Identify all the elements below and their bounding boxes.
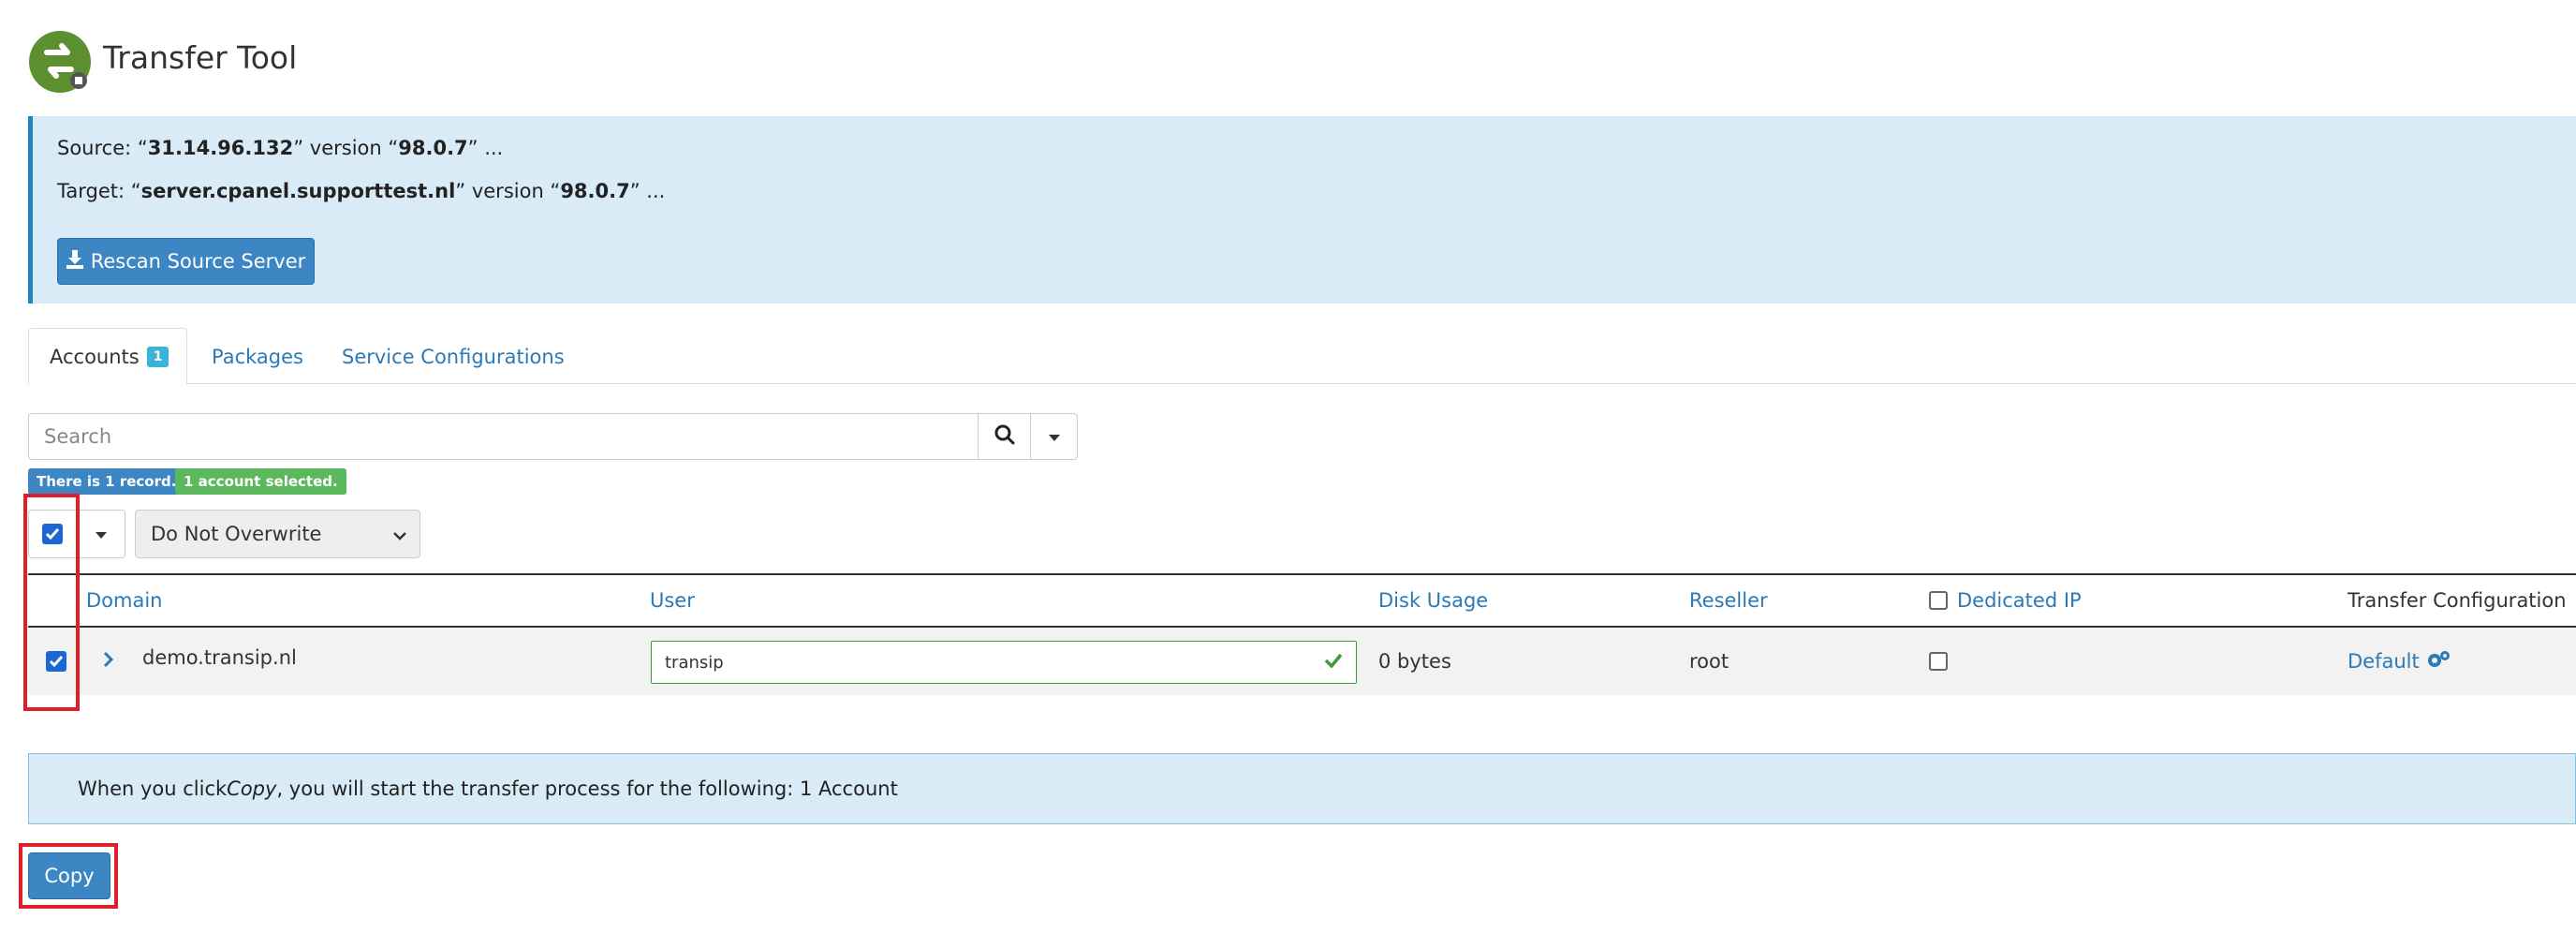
download-icon bbox=[66, 249, 83, 274]
target-host: server.cpanel.supporttest.nl bbox=[140, 180, 456, 202]
transfer-config-link[interactable]: Default bbox=[2348, 628, 2451, 695]
column-header-dedicated-ip[interactable]: Dedicated IP bbox=[1929, 575, 2082, 626]
tab-accounts[interactable]: Accounts 1 bbox=[28, 328, 187, 385]
search-icon bbox=[994, 424, 1015, 449]
annotation-highlight-checkboxes bbox=[23, 494, 80, 711]
selected-count-label: 1 account selected. bbox=[175, 468, 346, 495]
select-options-dropdown[interactable] bbox=[77, 510, 125, 558]
rescan-source-server-button[interactable]: Rescan Source Server bbox=[57, 238, 315, 285]
transfer-notice: When you click ​Copy, you will start the… bbox=[28, 753, 2576, 824]
tab-service-configurations[interactable]: Service Configurations bbox=[342, 328, 565, 385]
domain-cell: demo.transip.nl bbox=[142, 646, 297, 669]
reseller-cell: root bbox=[1689, 650, 1730, 673]
dedicated-ip-checkbox[interactable] bbox=[1929, 628, 1948, 695]
dedicated-ip-all-checkbox[interactable] bbox=[1929, 591, 1948, 610]
column-header-reseller[interactable]: Reseller bbox=[1689, 575, 1768, 626]
source-info: Source: “31.14.96.132” version “98.0.7” … bbox=[57, 137, 504, 159]
record-count-label: There is 1 record. bbox=[28, 468, 185, 495]
accounts-table-header: Domain User Disk Usage Reseller Dedicate… bbox=[28, 573, 2576, 628]
empty-checkbox-icon bbox=[1929, 652, 1948, 671]
column-header-user[interactable]: User bbox=[650, 575, 695, 626]
tab-bar: Accounts 1 Packages Service Configuration… bbox=[28, 328, 2576, 385]
transfer-tool-logo-icon bbox=[28, 28, 96, 96]
source-host: 31.14.96.132 bbox=[147, 137, 294, 159]
column-header-disk-usage[interactable]: Disk Usage bbox=[1378, 575, 1488, 626]
search-options-dropdown[interactable] bbox=[1031, 413, 1078, 460]
chevron-right-icon bbox=[103, 650, 114, 673]
caret-down-icon bbox=[95, 526, 107, 543]
tab-packages[interactable]: Packages bbox=[212, 328, 303, 385]
caret-down-icon bbox=[1048, 428, 1060, 446]
disk-usage-cell: 0 bytes bbox=[1378, 650, 1451, 673]
column-header-transfer-configuration: Transfer Configuration bbox=[2348, 589, 2567, 612]
table-row: demo.transip.nl transip 0 bytes root Def… bbox=[28, 628, 2576, 695]
search-input[interactable]: Search bbox=[28, 413, 979, 460]
overwrite-select[interactable]: Do Not Overwrite bbox=[135, 510, 420, 558]
annotation-highlight-copy bbox=[19, 843, 118, 909]
target-version: 98.0.7 bbox=[560, 180, 630, 202]
target-info: Target: “server.cpanel.supporttest.nl” v… bbox=[57, 180, 666, 202]
gears-icon bbox=[2425, 649, 2451, 674]
page-title: Transfer Tool bbox=[103, 39, 298, 76]
user-input[interactable]: transip bbox=[651, 641, 1357, 684]
expand-row-button[interactable] bbox=[103, 628, 114, 695]
server-info-panel: Source: “31.14.96.132” version “98.0.7” … bbox=[28, 116, 2576, 304]
column-header-domain[interactable]: Domain bbox=[86, 575, 163, 626]
accounts-count-badge: 1 bbox=[146, 346, 169, 367]
search-button[interactable] bbox=[979, 413, 1031, 460]
source-version: 98.0.7 bbox=[398, 137, 468, 159]
chevron-down-icon bbox=[393, 523, 406, 545]
check-icon bbox=[1324, 653, 1343, 673]
